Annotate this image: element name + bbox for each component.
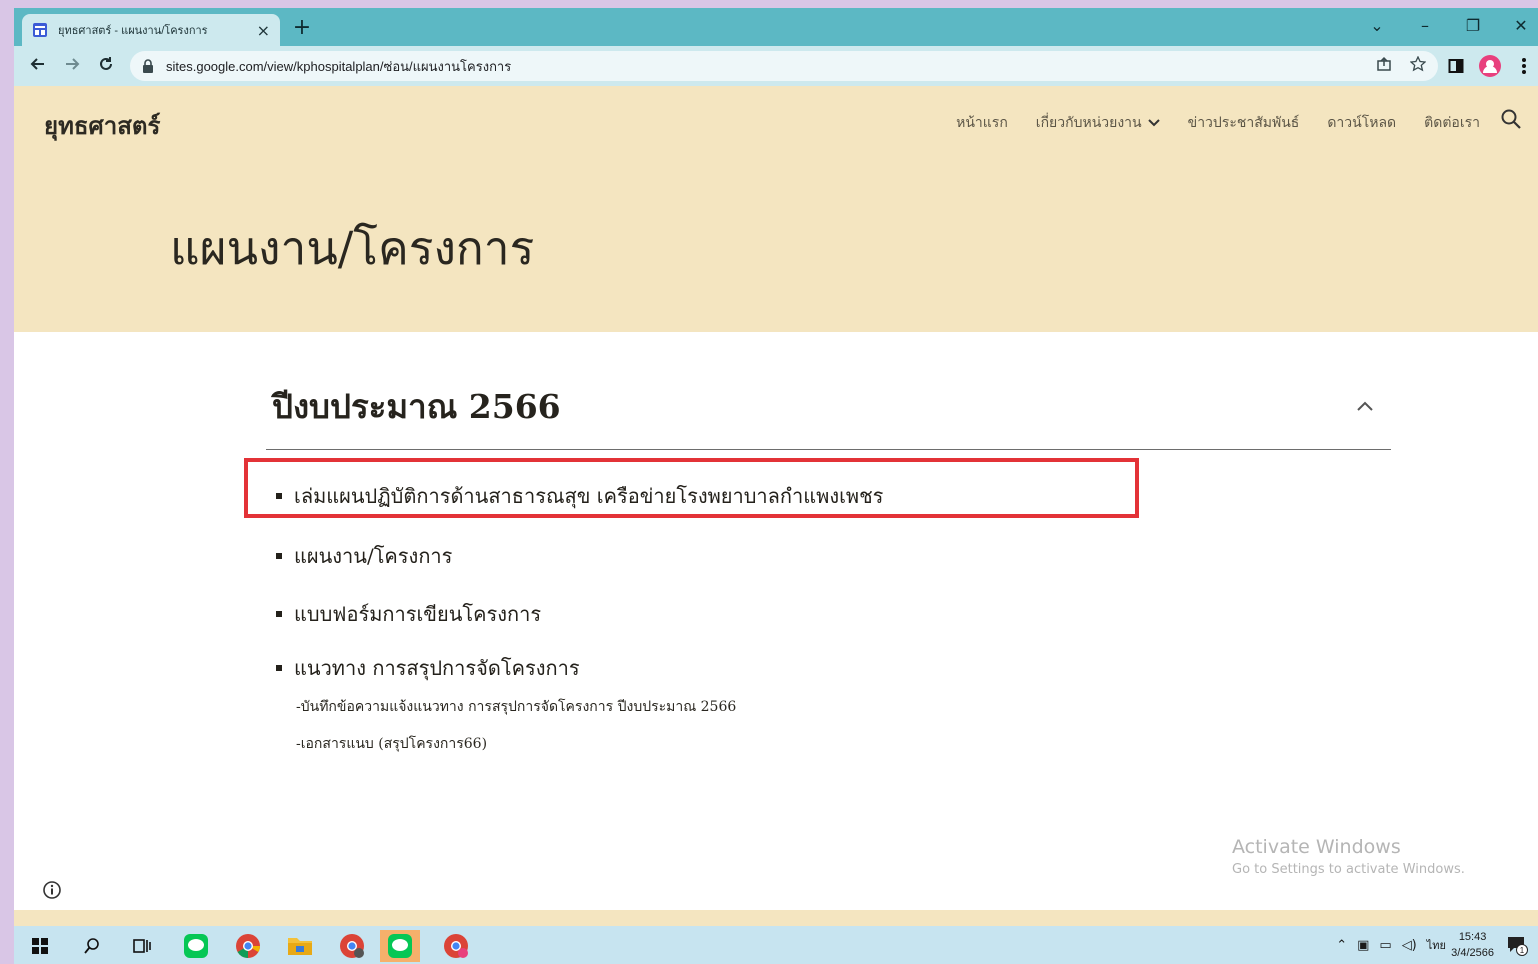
volume-icon[interactable]: ◁) xyxy=(1402,938,1417,953)
activate-title: Activate Windows xyxy=(1232,836,1401,858)
profile-avatar-icon[interactable] xyxy=(1478,54,1502,78)
clock[interactable]: 15:43 3/4/2566 xyxy=(1451,929,1494,961)
restore-button[interactable]: ❐ xyxy=(1458,14,1488,38)
chevron-up-tray-icon[interactable]: ⌃ xyxy=(1336,938,1347,953)
back-arrow-icon xyxy=(30,58,44,70)
nav-news-label: ข่าวประชาสัมพันธ์ xyxy=(1187,115,1300,131)
start-icon[interactable] xyxy=(20,930,60,962)
network-icon[interactable]: ▭ xyxy=(1379,938,1391,953)
share-icon[interactable] xyxy=(1376,56,1392,76)
tab-title: ยุทธศาสตร์ - แผนงาน/โครงการ xyxy=(58,25,208,37)
info-icon[interactable] xyxy=(42,880,62,900)
chevron-down-icon xyxy=(1147,119,1160,127)
section-divider xyxy=(266,449,1391,450)
reload-button[interactable] xyxy=(92,52,120,80)
search-icon[interactable] xyxy=(72,930,112,962)
forward-button[interactable] xyxy=(58,52,86,80)
section-heading: ปีงบประมาณ 2566 xyxy=(272,387,561,426)
list-item-guideline[interactable]: แนวทาง การสรุปการจัดโครงการ xyxy=(276,652,580,684)
browser-menu-icon[interactable] xyxy=(1512,54,1536,78)
chrome-profile-icon[interactable] xyxy=(332,930,372,962)
tab-bar: ยุทธศาสตร์ - แผนงาน/โครงการ × + ⌄ – ❐ ✕ xyxy=(14,8,1538,46)
list-item-label: เล่มแผนปฏิบัติการด้านสาธารณสุข เครือข่าย… xyxy=(294,484,884,508)
tab-close-icon[interactable]: × xyxy=(257,21,270,40)
new-tab-button[interactable]: + xyxy=(290,14,314,42)
meet-icon[interactable]: ▣ xyxy=(1357,938,1369,953)
nav-download-label: ดาวน์โหลด xyxy=(1327,115,1397,131)
nav-about[interactable]: เกี่ยวกับหน่วยงาน xyxy=(1036,112,1160,134)
bullet-icon xyxy=(276,611,282,617)
chrome-profile-2-icon[interactable] xyxy=(436,930,476,962)
tab-search-icon[interactable]: ⌄ xyxy=(1362,14,1392,38)
notification-icon[interactable]: 1 xyxy=(1506,934,1528,956)
list-item-form[interactable]: แบบฟอร์มการเขียนโครงการ xyxy=(276,598,541,630)
site-search-icon[interactable] xyxy=(1500,108,1526,134)
system-tray: ⌃ ▣ ▭ ◁) ไทย xyxy=(1336,936,1446,954)
reload-icon xyxy=(100,57,112,70)
site-footer-strip xyxy=(14,910,1538,926)
side-panel-icon[interactable] xyxy=(1444,54,1468,78)
task-view-icon[interactable] xyxy=(122,930,162,962)
nav-download[interactable]: ดาวน์โหลด xyxy=(1327,112,1396,134)
page-title: แผนงาน/โครงการ xyxy=(170,221,535,275)
browser-tab[interactable]: ยุทธศาสตร์ - แผนงาน/โครงการ × xyxy=(22,14,280,46)
nav-contact[interactable]: ติดต่อเรา xyxy=(1424,112,1480,134)
list-item-action-plan[interactable]: เล่มแผนปฏิบัติการด้านสาธารณสุข เครือข่าย… xyxy=(276,480,883,512)
list-item-label: แผนงาน/โครงการ xyxy=(294,544,453,568)
nav-contact-label: ติดต่อเรา xyxy=(1424,115,1480,131)
line-app-active-icon[interactable] xyxy=(380,930,420,962)
screen: ยุทธศาสตร์ - แผนงาน/โครงการ × + ⌄ – ❐ ✕ … xyxy=(14,8,1538,964)
file-explorer-icon[interactable] xyxy=(280,930,320,962)
sub-item-attachment[interactable]: -เอกสารแนบ (สรุปโครงการ66) xyxy=(296,733,487,755)
google-sites-favicon-icon xyxy=(32,22,48,38)
bullet-icon xyxy=(276,665,282,671)
clock-date: 3/4/2566 xyxy=(1451,947,1494,959)
notification-count: 1 xyxy=(1520,946,1525,955)
nav-home[interactable]: หน้าแรก xyxy=(956,112,1008,134)
site-header: ยุทธศาสตร์ หน้าแรก เกี่ยวกับหน่วยงาน ข่า… xyxy=(14,86,1538,332)
address-bar[interactable]: sites.google.com/view/kphospitalplan/ซ่อ… xyxy=(130,51,1438,81)
bullet-icon xyxy=(276,493,282,499)
clock-time: 15:43 xyxy=(1458,931,1487,943)
list-item-label: แบบฟอร์มการเขียนโครงการ xyxy=(294,602,542,626)
sub-item-memo[interactable]: -บันทึกข้อความแจ้งแนวทาง การสรุปการจัดโค… xyxy=(296,696,736,718)
site-logo[interactable]: ยุทธศาสตร์ xyxy=(44,106,160,145)
site-nav: หน้าแรก เกี่ยวกับหน่วยงาน ข่าวประชาสัมพั… xyxy=(956,112,1480,134)
activate-windows-watermark: Activate Windows Go to Settings to activ… xyxy=(1232,836,1465,877)
nav-home-label: หน้าแรก xyxy=(956,115,1008,131)
browser-toolbar: sites.google.com/view/kphospitalplan/ซ่อ… xyxy=(14,46,1538,86)
chevron-up-icon[interactable] xyxy=(1354,396,1376,418)
chrome-icon[interactable] xyxy=(228,930,268,962)
language-indicator[interactable]: ไทย xyxy=(1427,936,1446,954)
taskbar: ⌃ ▣ ▭ ◁) ไทย 15:43 3/4/2566 1 xyxy=(14,926,1538,964)
nav-news[interactable]: ข่าวประชาสัมพันธ์ xyxy=(1188,112,1300,134)
url-text: sites.google.com/view/kphospitalplan/ซ่อ… xyxy=(166,58,512,74)
list-item-label: แนวทาง การสรุปการจัดโครงการ xyxy=(294,656,580,680)
line-app-icon[interactable] xyxy=(176,930,216,962)
close-window-button[interactable]: ✕ xyxy=(1506,14,1536,38)
activate-subtitle: Go to Settings to activate Windows. xyxy=(1232,862,1465,877)
bullet-icon xyxy=(276,553,282,559)
forward-arrow-icon xyxy=(66,58,80,70)
list-item-projects[interactable]: แผนงาน/โครงการ xyxy=(276,540,452,572)
bookmark-star-icon[interactable] xyxy=(1409,55,1427,76)
lock-icon xyxy=(142,59,156,73)
nav-about-label: เกี่ยวกับหน่วยงาน xyxy=(1035,115,1142,131)
back-button[interactable] xyxy=(24,52,52,80)
minimize-button[interactable]: – xyxy=(1410,14,1440,38)
